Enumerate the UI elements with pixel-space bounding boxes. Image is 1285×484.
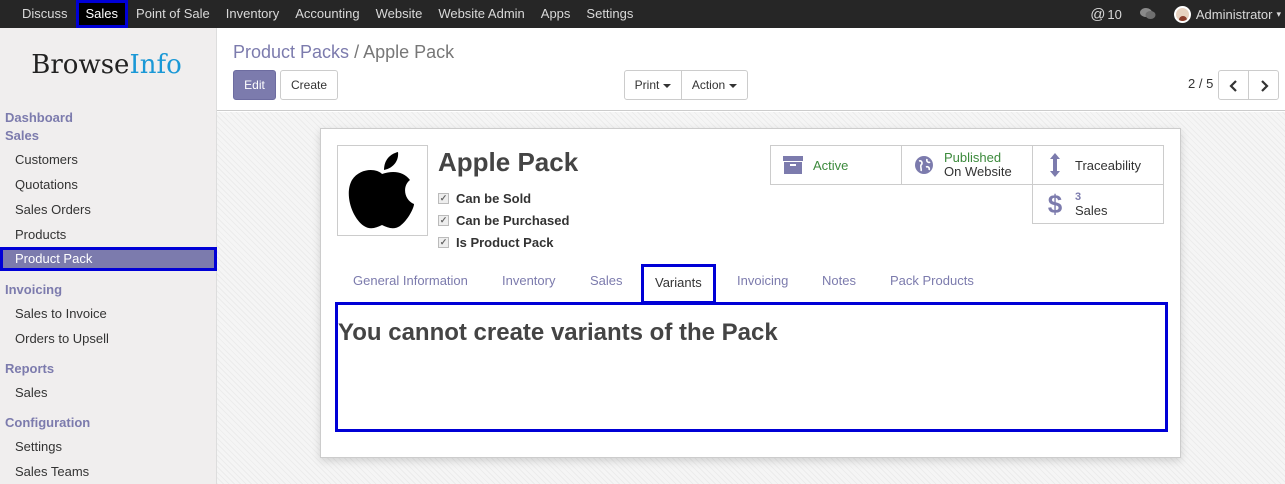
apple-logo-icon [348,152,414,229]
check-icon: ✓ [438,236,449,248]
tab-general-information[interactable]: General Information [353,273,468,288]
notebook-tabs: General Information Inventory Sales Vari… [337,264,1167,304]
sales-label: Sales [1075,203,1108,218]
sidebar-item-sales-to-invoice[interactable]: Sales to Invoice [15,306,107,321]
check-icon: ✓ [438,214,449,226]
dollar-icon: $ [1047,188,1063,219]
product-image[interactable] [337,145,428,236]
active-label: Active [813,157,849,173]
avatar [1173,5,1191,23]
product-title: Apple Pack [438,147,579,177]
sidebar-section-sales: Sales [5,128,39,143]
tab-invoicing[interactable]: Invoicing [737,273,788,288]
sidebar-item-orders-to-upsell[interactable]: Orders to Upsell [15,331,109,346]
action-dropdown[interactable]: Action [681,70,748,100]
checkbox-can-be-sold[interactable]: ✓ Can be Sold [438,187,569,209]
archive-icon [777,155,809,175]
sidebar-item-sales-teams[interactable]: Sales Teams [15,464,89,479]
globe-icon [908,155,940,175]
breadcrumb: Product Packs / Apple Pack [233,42,454,63]
variants-message: You cannot create variants of the Pack [338,319,778,346]
sidebar-section-dashboard[interactable]: Dashboard [5,110,73,125]
pager-previous-button[interactable] [1218,70,1249,100]
menu-sales[interactable]: Sales [75,0,129,28]
sales-smart-button[interactable]: $ 3 Sales [1032,184,1164,224]
menu-accounting[interactable]: Accounting [287,0,367,28]
menu-website[interactable]: Website [368,0,431,28]
active-toggle-button[interactable]: Active [770,145,902,185]
arrows-vertical-icon [1039,152,1071,178]
sidebar-item-quotations[interactable]: Quotations [15,177,78,192]
checkbox-label: Can be Sold [456,190,532,206]
print-label: Print [634,78,660,92]
sales-count: 3 [1075,191,1082,203]
breadcrumb-product-packs[interactable]: Product Packs [233,42,349,62]
form-view: Apple Pack ✓ Can be Sold ✓ Can be Purcha… [217,112,1285,484]
sidebar-section-reports: Reports [5,361,55,376]
control-panel: Product Packs / Apple Pack Edit Create P… [217,28,1285,111]
user-menu[interactable]: Administrator ▾ [1173,5,1281,23]
create-button[interactable]: Create [280,70,338,100]
company-logo: BrowseInfo [0,50,213,80]
tab-notes[interactable]: Notes [822,273,856,288]
chat-icon [1139,8,1156,19]
published-button[interactable]: Published On Website [901,145,1033,185]
caret-down-icon [729,83,738,88]
systray: @ 10 Administrator ▾ [1072,0,1285,28]
variants-tab-pane: You cannot create variants of the Pack [335,302,1168,432]
pager-next-button[interactable] [1248,70,1279,100]
checkbox-label: Can be Purchased [456,212,570,228]
sidebar-section-invoicing: Invoicing [5,282,63,297]
breadcrumb-current: Apple Pack [363,42,455,62]
tab-inventory[interactable]: Inventory [502,273,555,288]
menu-settings[interactable]: Settings [578,0,641,28]
menu-inventory[interactable]: Inventory [218,0,287,28]
sidebar-section-configuration: Configuration [5,415,91,430]
mentions-button[interactable]: @ 10 [1090,6,1122,23]
pager-value[interactable]: 2 / 5 [1188,76,1213,91]
published-label: Published [944,150,1002,165]
tab-pack-products[interactable]: Pack Products [890,273,974,288]
chevron-right-icon [1260,80,1269,92]
chevron-down-icon: ▾ [1276,8,1281,19]
sidebar-item-sales-orders[interactable]: Sales Orders [15,202,91,217]
edit-button[interactable]: Edit [233,70,276,100]
menu-point-of-sale[interactable]: Point of Sale [128,0,218,28]
form-sheet: Apple Pack ✓ Can be Sold ✓ Can be Purcha… [320,128,1181,458]
sidebar: BrowseInfo Dashboard Sales Customers Quo… [0,28,217,484]
at-icon: @ [1090,5,1106,23]
breadcrumb-separator: / [354,42,360,62]
checkbox-is-product-pack[interactable]: ✓ Is Product Pack [438,231,569,253]
published-text: Published On Website [944,151,1012,179]
logo-part-info: Info [129,50,182,80]
top-navbar: Discuss Sales Point of Sale Inventory Ac… [0,0,1285,28]
sidebar-item-settings[interactable]: Settings [15,439,62,454]
product-flags: ✓ Can be Sold ✓ Can be Purchased ✓ Is Pr… [438,187,569,253]
mentions-count: 10 [1107,6,1122,22]
check-icon: ✓ [438,192,449,204]
checkbox-can-be-purchased[interactable]: ✓ Can be Purchased [438,209,569,231]
user-name: Administrator [1195,6,1273,22]
tab-sales[interactable]: Sales [590,273,623,288]
menu-apps[interactable]: Apps [533,0,579,28]
chevron-left-icon [1228,80,1237,92]
print-dropdown[interactable]: Print [624,70,682,100]
sidebar-item-reports-sales[interactable]: Sales [15,385,48,400]
checkbox-label: Is Product Pack [456,234,554,250]
action-label: Action [691,78,726,92]
traceability-button[interactable]: Traceability [1032,145,1164,185]
on-website-label: On Website [944,164,1012,179]
caret-down-icon [663,83,672,88]
logo-part-browse: Browse [31,50,130,80]
traceability-label: Traceability [1075,157,1141,173]
chat-button[interactable] [1139,7,1156,21]
sidebar-item-product-pack[interactable]: Product Pack [0,247,217,271]
sidebar-item-customers[interactable]: Customers [15,152,78,167]
sales-text: 3 Sales [1075,190,1108,218]
main-menu: Discuss Sales Point of Sale Inventory Ac… [14,0,641,28]
menu-website-admin[interactable]: Website Admin [430,0,532,28]
sidebar-item-products[interactable]: Products [15,227,66,242]
menu-discuss[interactable]: Discuss [14,0,76,28]
tab-variants[interactable]: Variants [641,264,716,304]
